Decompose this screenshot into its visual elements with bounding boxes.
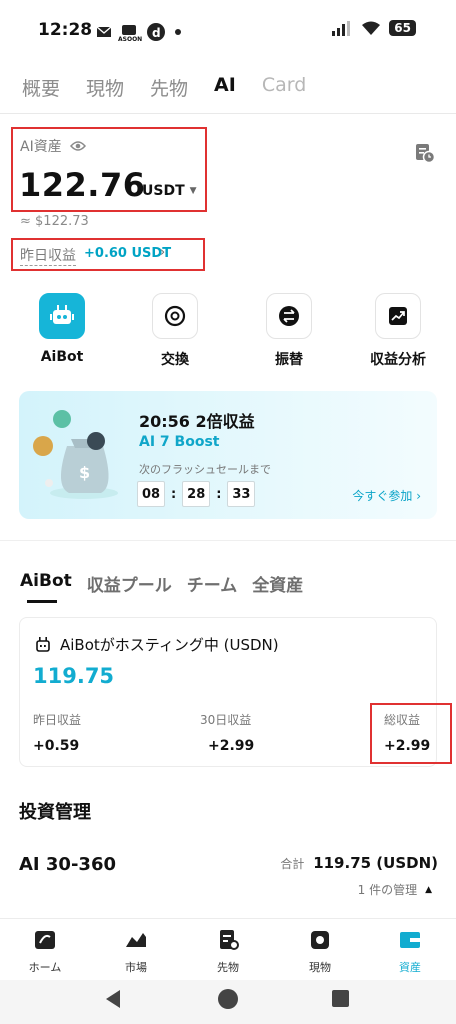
- nav-spot-label: 現物: [309, 961, 331, 974]
- invest-total-value: 119.75 (USDN): [313, 854, 438, 872]
- invest-total: 合計 119.75 (USDN): [280, 854, 438, 872]
- tab-ai[interactable]: AI: [214, 74, 236, 101]
- invest-total-label: 合計: [280, 857, 305, 871]
- timer-hours: 08: [137, 481, 165, 507]
- money-bag-icon: $: [33, 410, 118, 499]
- action-exchange[interactable]: 交換: [130, 293, 220, 369]
- invest-manage-toggle[interactable]: 1 件の管理 ▲: [358, 881, 432, 898]
- status-time: 12:28: [38, 20, 93, 40]
- exchange-icon: [152, 293, 198, 339]
- chart-trend-icon: [375, 293, 421, 339]
- stat-label: 30日収益: [200, 713, 252, 727]
- invest-manage-label: 1 件の管理: [357, 883, 418, 897]
- aibot-card-title: AiBotがホスティング中 (USDN): [60, 636, 279, 654]
- subtab-team[interactable]: チーム: [187, 571, 238, 596]
- promo-card[interactable]: $ 20:56 2倍収益 AI 7 Boost 次のフラッシュセールまで 08 …: [19, 391, 437, 519]
- action-exchange-label: 交換: [161, 352, 189, 368]
- asoon-label: ASOON: [118, 36, 143, 43]
- mail-icon: [96, 26, 112, 37]
- spot-icon: [311, 931, 329, 949]
- notification-icons: ASOON d: [96, 22, 182, 43]
- tab-spot[interactable]: 現物: [86, 74, 124, 101]
- active-tab-indicator: [27, 600, 57, 603]
- svg-text:d: d: [152, 26, 161, 40]
- nav-spot[interactable]: 現物: [280, 929, 360, 975]
- status-bar: 12:28 ASOON d 65: [0, 0, 456, 60]
- futures-icon: [220, 930, 239, 950]
- promo-title: 20:56 2倍収益: [139, 412, 255, 431]
- dot-icon: [175, 29, 181, 35]
- stat-value: +0.59: [33, 738, 80, 754]
- action-aibot-label: AiBot: [40, 349, 84, 365]
- promo-next-label: 次のフラッシュセールまで: [139, 463, 271, 476]
- market-icon: [126, 933, 146, 947]
- svg-text:$: $: [79, 463, 90, 482]
- system-nav-bar: [0, 980, 456, 1024]
- asset-approx-usd: ≈ $122.73: [20, 214, 89, 229]
- home-icon: [35, 931, 55, 949]
- back-icon[interactable]: [106, 990, 120, 1008]
- action-transfer-label: 振替: [275, 352, 303, 368]
- robot-icon: [39, 293, 85, 339]
- nav-assets[interactable]: 資産: [370, 929, 450, 975]
- history-icon[interactable]: [414, 142, 436, 164]
- subtab-all-assets[interactable]: 全資産: [252, 571, 303, 596]
- tab-card[interactable]: Card: [262, 74, 306, 101]
- highlight-box-asset: [11, 127, 207, 212]
- top-tabs: 概要 現物 先物 AI Card: [22, 74, 306, 101]
- timer-seconds: 33: [227, 481, 256, 507]
- chevron-right-icon: ›: [416, 489, 421, 503]
- join-now-link[interactable]: 今すぐ参加 ›: [352, 487, 421, 504]
- recents-icon[interactable]: [332, 990, 349, 1007]
- stat-yesterday: 昨日収益 +0.59: [33, 711, 81, 754]
- d-app-icon: d: [147, 23, 165, 41]
- nav-market-label: 市場: [125, 961, 147, 974]
- timer-colon: :: [171, 486, 177, 502]
- divider: [0, 540, 456, 541]
- aibot-card-title-row: AiBotがホスティング中 (USDN): [34, 634, 279, 655]
- transfer-icon: [266, 293, 312, 339]
- signal-icon: [332, 21, 351, 36]
- nav-home-label: ホーム: [28, 961, 62, 974]
- invest-product-name: AI 30-360: [19, 854, 116, 875]
- home-button-icon[interactable]: [218, 989, 238, 1009]
- nav-home[interactable]: ホーム: [5, 929, 85, 975]
- timer-colon: :: [216, 486, 222, 502]
- status-right: 65: [331, 20, 416, 36]
- stat-30day: 30日収益 +2.99: [200, 711, 254, 754]
- subtab-earnings-pool[interactable]: 収益プール: [87, 571, 172, 596]
- timer-minutes: 28: [182, 481, 211, 507]
- wallet-icon: [400, 932, 420, 948]
- subtab-aibot[interactable]: AiBot: [20, 571, 72, 596]
- highlight-box-yesterday: [11, 238, 205, 271]
- bottom-nav: ホーム 市場 先物 現物 資産: [0, 918, 456, 980]
- caret-up-icon: ▲: [425, 884, 432, 895]
- highlight-box-total: [370, 703, 452, 764]
- nav-futures-label: 先物: [217, 961, 239, 974]
- action-aibot[interactable]: AiBot: [17, 293, 107, 365]
- countdown-timer: 08 : 28 : 33: [137, 481, 256, 507]
- nav-market[interactable]: 市場: [96, 929, 176, 975]
- robot-outline-icon: [36, 636, 50, 652]
- stat-value: +2.99: [208, 738, 255, 754]
- aibot-hosted-value: 119.75: [33, 664, 115, 688]
- invest-title: 投資管理: [19, 802, 91, 823]
- wifi-icon: [362, 21, 381, 35]
- stat-label: 昨日収益: [33, 713, 82, 727]
- tab-futures[interactable]: 先物: [150, 74, 188, 101]
- action-analysis-label: 収益分析: [370, 352, 426, 368]
- promo-subtitle: AI 7 Boost: [139, 434, 220, 450]
- nav-assets-label: 資産: [399, 961, 421, 974]
- join-now-label: 今すぐ参加: [352, 489, 413, 503]
- action-analysis[interactable]: 収益分析: [353, 293, 443, 369]
- divider: [0, 113, 456, 114]
- nav-futures[interactable]: 先物: [188, 929, 268, 975]
- battery-indicator: 65: [389, 20, 416, 36]
- tab-overview[interactable]: 概要: [22, 74, 60, 101]
- action-transfer[interactable]: 振替: [244, 293, 334, 369]
- sub-tabs: AiBot 収益プール チーム 全資産: [20, 571, 303, 596]
